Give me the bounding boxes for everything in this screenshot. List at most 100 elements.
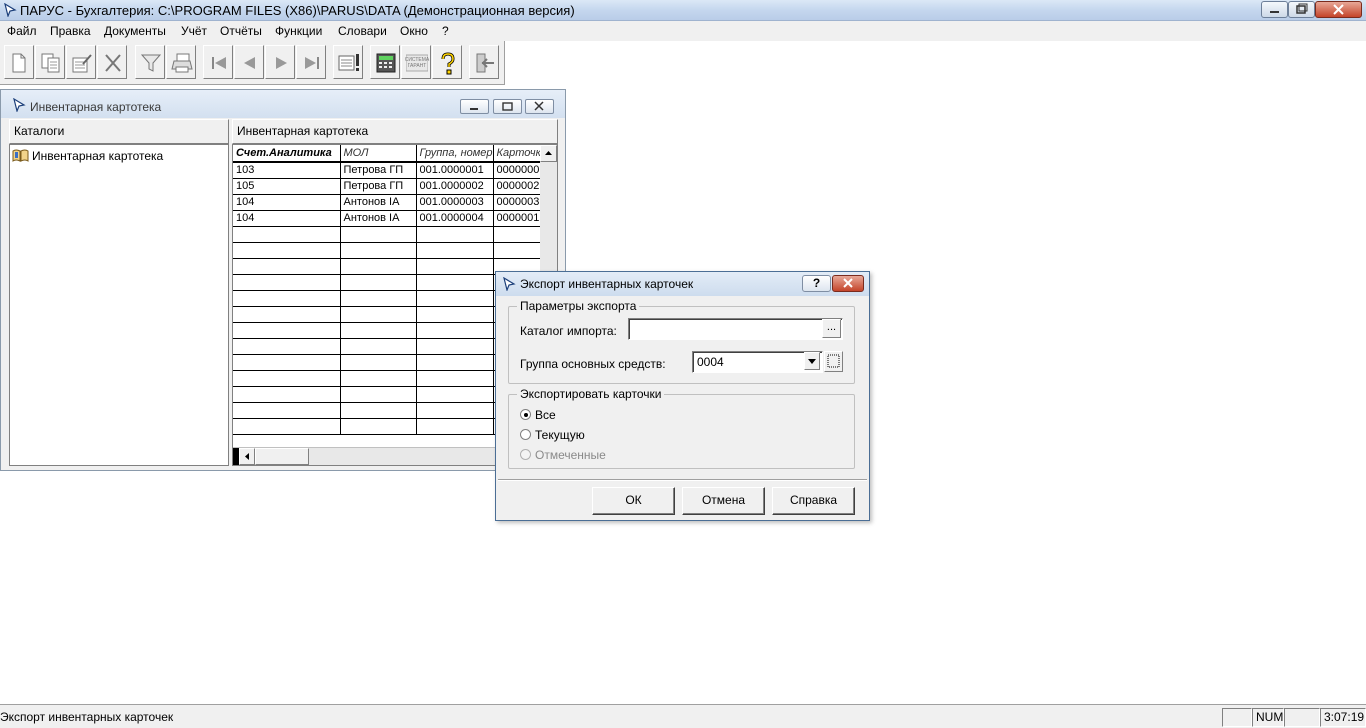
radio-current[interactable]: Текущую <box>520 427 640 443</box>
cell-mol: Антонов IA <box>340 194 417 211</box>
menu-edit[interactable]: Правка <box>50 24 91 38</box>
next-record-icon <box>276 57 287 69</box>
next-record-button[interactable] <box>265 45 295 79</box>
grid-header-row: Счет.Аналитика МОЛ Группа, номер Карточк… <box>233 145 541 163</box>
radio-current-label: Текущую <box>535 428 585 442</box>
exit-button[interactable] <box>469 45 499 79</box>
exit-icon <box>476 53 494 73</box>
garant-button[interactable]: СИСТЕМА ГАРАНТ <box>401 45 431 79</box>
calculator-button[interactable] <box>370 45 400 79</box>
column-header-mol[interactable]: МОЛ <box>340 145 417 163</box>
radio-all-circle[interactable] <box>520 409 531 420</box>
cell-mol: Петрова ГП <box>340 162 417 179</box>
table-row[interactable]: 103 Петрова ГП 001.0000001 0000000 <box>233 162 541 179</box>
ellipsis-icon: ... <box>826 321 837 333</box>
column-header-account[interactable]: Счет.Аналитика <box>233 145 341 163</box>
table-row[interactable]: 104 Антонов IA 001.0000003 0000003 <box>233 194 541 211</box>
help-icon <box>441 52 455 75</box>
menu-dictionaries[interactable]: Словари <box>338 24 387 38</box>
arrow-left-icon <box>245 453 249 460</box>
help-button[interactable] <box>432 45 462 79</box>
cell-card: 0000000 <box>493 162 541 179</box>
menu-functions[interactable]: Функции <box>275 24 322 38</box>
params-group-label: Параметры экспорта <box>517 299 640 313</box>
empty-row <box>233 306 541 323</box>
status-message: Экспорт инвентарных карточек <box>0 710 174 724</box>
column-header-card[interactable]: Карточка <box>493 145 541 163</box>
list-panel-header-label: Инвентарная картотека <box>237 124 369 138</box>
copy-doc-button[interactable] <box>35 45 65 79</box>
last-record-icon <box>305 57 319 69</box>
empty-row <box>233 322 541 339</box>
table-row[interactable]: 105 Петрова ГП 001.0000002 0000002 <box>233 178 541 195</box>
prev-record-icon <box>244 57 255 69</box>
close-button[interactable] <box>1315 1 1362 18</box>
menu-window[interactable]: Окно <box>400 24 428 38</box>
empty-row <box>233 418 541 435</box>
status-time: 3:07:19 <box>1320 708 1366 727</box>
radio-all-label: Все <box>535 408 556 422</box>
menu-help[interactable]: ? <box>442 24 449 38</box>
last-record-button[interactable] <box>296 45 326 79</box>
export-dialog: Экспорт инвентарных карточек ? Параметры… <box>495 271 870 521</box>
cell-account: 104 <box>233 194 341 211</box>
cell-account: 103 <box>233 162 341 179</box>
cell-group: 001.0000003 <box>416 194 494 211</box>
cell-card: 0000003 <box>493 194 541 211</box>
radio-current-circle[interactable] <box>520 429 531 440</box>
scroll-up-button[interactable] <box>540 145 557 162</box>
first-record-button[interactable] <box>203 45 233 79</box>
horizontal-scrollbar[interactable] <box>233 447 540 465</box>
inventory-minimize-button[interactable] <box>460 99 489 114</box>
horizontal-scroll-thumb[interactable] <box>255 448 309 465</box>
delete-button[interactable] <box>97 45 127 79</box>
properties-button[interactable] <box>333 45 363 79</box>
menu-reports[interactable]: Отчёты <box>220 24 262 38</box>
app-icon <box>3 2 17 20</box>
asset-group-value: 0004 <box>697 355 724 369</box>
ok-button[interactable]: ОК <box>592 487 675 515</box>
new-doc-button[interactable] <box>4 45 34 79</box>
dialog-arrow-icon <box>502 276 516 294</box>
delete-icon <box>105 54 121 72</box>
dialog-close-button[interactable] <box>832 275 864 292</box>
dialog-separator <box>498 479 867 481</box>
filter-button[interactable] <box>135 45 165 79</box>
dialog-help-button[interactable]: ? <box>802 275 831 292</box>
menu-accounting[interactable]: Учёт <box>181 24 207 38</box>
restore-button[interactable] <box>1288 1 1315 18</box>
menu-file[interactable]: Файл <box>7 24 37 38</box>
minimize-button[interactable] <box>1261 1 1288 18</box>
empty-row <box>233 338 541 355</box>
asset-group-lookup-button[interactable] <box>824 351 843 372</box>
print-button[interactable] <box>166 45 196 79</box>
asset-group-dropdown-button[interactable] <box>804 352 820 370</box>
edit-doc-button[interactable] <box>66 45 96 79</box>
status-bar: Экспорт инвентарных карточек NUM 3:07:19 <box>0 704 1366 728</box>
table-row[interactable]: 104 Антонов IA 001.0000004 0000001 <box>233 210 541 227</box>
catalog-browse-button[interactable]: ... <box>822 319 841 338</box>
asset-group-select[interactable]: 0004 <box>692 351 823 373</box>
scroll-left-button[interactable] <box>239 448 255 465</box>
close-icon <box>843 278 853 288</box>
empty-row <box>233 258 541 275</box>
filter-icon <box>140 54 162 72</box>
column-header-group[interactable]: Группа, номер <box>416 145 494 163</box>
export-cards-groupbox: Экспортировать карточки Все Текущую Отме… <box>508 387 855 469</box>
menu-documents[interactable]: Документы <box>104 24 166 38</box>
inventory-maximize-button[interactable] <box>493 99 522 114</box>
empty-row <box>233 402 541 419</box>
empty-row <box>233 354 541 371</box>
help-dialog-button[interactable]: Справка <box>772 487 855 515</box>
radio-all[interactable]: Все <box>520 407 640 423</box>
list-panel-header: Инвентарная картотека <box>232 119 558 144</box>
status-pane-empty <box>1222 708 1252 727</box>
catalog-field[interactable]: ... <box>628 318 843 340</box>
inventory-close-button[interactable] <box>525 99 554 114</box>
menu-bar: Файл Правка Документы Учёт Отчёты Функци… <box>0 21 1366 41</box>
prev-record-button[interactable] <box>234 45 264 79</box>
cell-group: 001.0000001 <box>416 162 494 179</box>
print-icon <box>171 53 193 73</box>
tree-item-inventory[interactable]: Инвентарная картотека <box>11 148 211 164</box>
cancel-button[interactable]: Отмена <box>682 487 765 515</box>
